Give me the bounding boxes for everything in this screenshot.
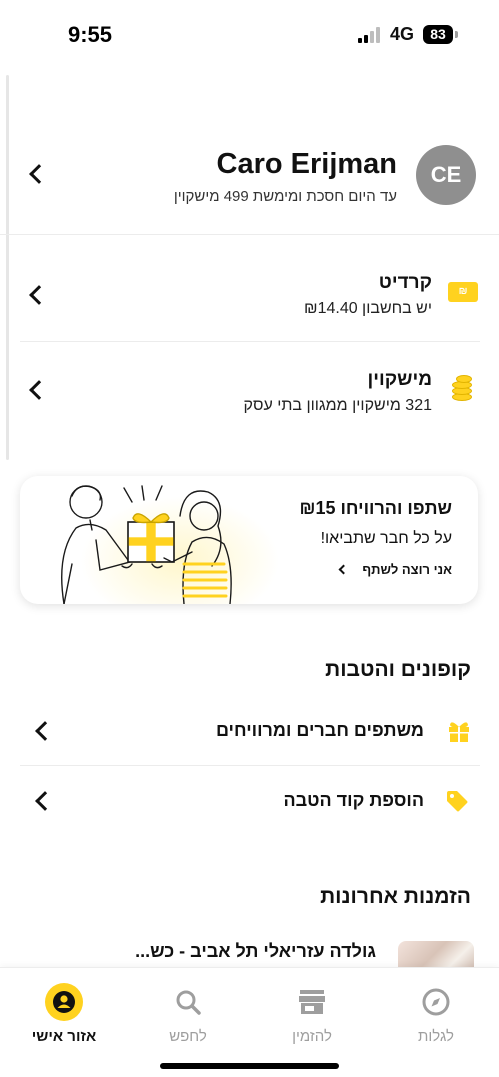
coins-icon <box>448 373 476 403</box>
profile-header[interactable]: CE Caro Erijman עד היום חסכת ומימשת 499 … <box>0 130 499 235</box>
profile-subtitle: עד היום חסכת ומימשת 499 מישקוין <box>173 188 397 205</box>
coupons-section-title: קופונים והטבות <box>325 658 471 681</box>
compass-icon <box>422 988 450 1016</box>
tab-order-label: להזמין <box>292 1028 332 1045</box>
network-label: 4G <box>390 24 415 44</box>
gift-icon <box>449 722 469 742</box>
search-icon <box>176 990 201 1015</box>
credit-title: קרדיט <box>378 272 432 293</box>
home-indicator <box>160 1063 339 1069</box>
tag-icon <box>447 791 468 812</box>
tab-discover-label: לגלות <box>418 1028 454 1045</box>
battery-tip <box>455 31 458 38</box>
share-cta-link[interactable]: אני רוצה לשתף <box>362 562 452 577</box>
referral-banner[interactable]: שתפו והרוויחו ₪15 על כל חבר שתביאו! אני … <box>20 476 478 604</box>
banner-subtitle: על כל חבר שתביאו! <box>320 530 452 547</box>
tab-order[interactable]: להזמין <box>250 968 374 1058</box>
tab-bar: לגלות להזמין לחפש אזור אישי <box>0 967 499 1077</box>
credit-balance: יש בחשבון ₪14.40 <box>303 300 432 317</box>
chevron-left-icon <box>338 564 349 575</box>
chevron-left-icon <box>29 380 49 400</box>
order-title: גולדה עזריאלי תל אביב - כש... <box>135 941 376 961</box>
share-friends-row[interactable]: משתפים חברים ומרוויחים <box>20 698 480 766</box>
credit-row[interactable]: ₪ קרדיט יש בחשבון ₪14.40 <box>20 250 480 342</box>
battery-icon: 83 <box>423 25 453 44</box>
add-promo-code-row[interactable]: הוספת קוד הטבה <box>20 768 480 836</box>
add-promo-code-label: הוספת קוד הטבה <box>283 790 424 810</box>
credit-icon: ₪ <box>448 282 478 302</box>
profile-icon <box>45 983 83 1021</box>
chevron-left-icon <box>29 164 49 184</box>
chevron-left-icon <box>35 791 55 811</box>
status-time: 9:55 <box>68 22 113 47</box>
tab-personal-area-label: אזור אישי <box>31 1028 97 1045</box>
tab-discover[interactable]: לגלות <box>374 968 498 1058</box>
coins-row[interactable]: מישקוין 321 מישקוין ממגוון בתי עסק <box>20 343 480 438</box>
gift-exchange-illustration <box>61 485 232 604</box>
tab-search-label: לחפש <box>169 1028 207 1045</box>
store-icon <box>299 990 325 1014</box>
tab-personal-area[interactable]: אזור אישי <box>2 968 126 1058</box>
tab-search[interactable]: לחפש <box>126 968 250 1058</box>
coins-title: מישקוין <box>367 369 432 390</box>
avatar: CE <box>416 145 476 205</box>
profile-name: Caro Erijman <box>216 148 398 180</box>
banner-title: שתפו והרוויחו ₪15 <box>299 498 452 518</box>
status-bar: 9:55 4G 83 <box>0 0 499 70</box>
chevron-left-icon <box>29 285 49 305</box>
coins-subtitle: 321 מישקוין ממגוון בתי עסק <box>243 397 432 414</box>
signal-icon <box>358 27 382 43</box>
chevron-left-icon <box>35 721 55 741</box>
recent-orders-section-title: הזמנות אחרונות <box>320 885 471 908</box>
share-friends-label: משתפים חברים ומרוויחים <box>215 720 424 740</box>
